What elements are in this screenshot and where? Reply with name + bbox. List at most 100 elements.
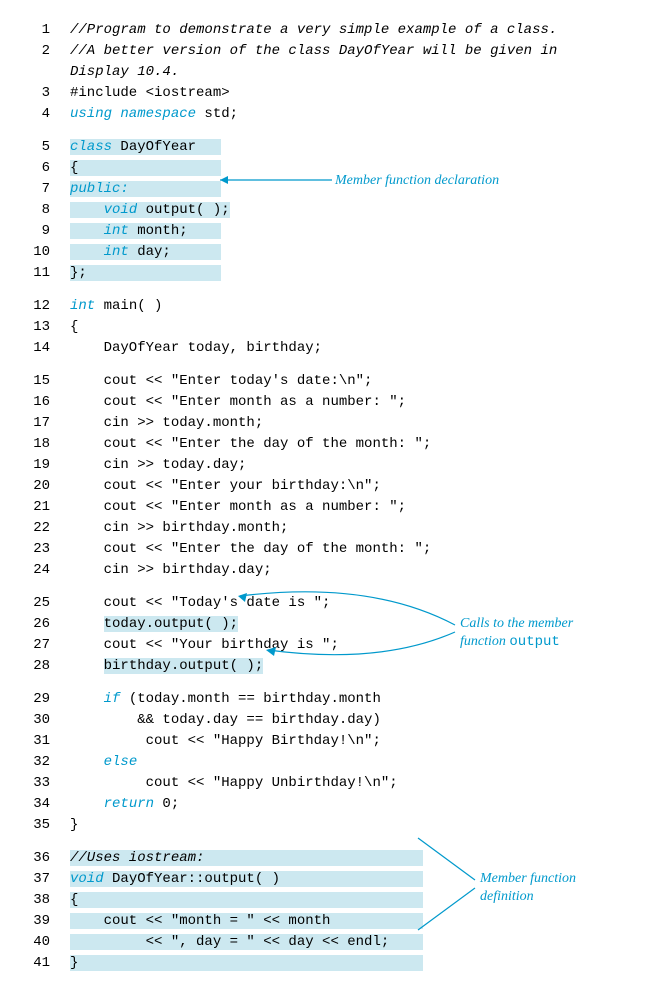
code-line: 18 cout << "Enter the day of the month: … — [10, 434, 640, 455]
line-number: 22 — [10, 518, 70, 539]
code-content: { — [70, 317, 640, 338]
code-content: }; — [70, 263, 640, 284]
code-content: cin >> today.day; — [70, 455, 640, 476]
line-number: 6 — [10, 158, 70, 179]
line-number: 36 — [10, 848, 70, 869]
line-number: 5 — [10, 137, 70, 158]
code-content: //Uses iostream: — [70, 848, 640, 869]
line-number: 38 — [10, 890, 70, 911]
line-number: 41 — [10, 953, 70, 974]
code-line: 16 cout << "Enter month as a number: "; — [10, 392, 640, 413]
code-line: 12int main( ) — [10, 296, 640, 317]
line-number: 12 — [10, 296, 70, 317]
code-line: 20 cout << "Enter your birthday:\n"; — [10, 476, 640, 497]
code-content: cin >> birthday.month; — [70, 518, 640, 539]
code-listing: 1//Program to demonstrate a very simple … — [10, 20, 640, 974]
code-content: cout << "Enter your birthday:\n"; — [70, 476, 640, 497]
code-line: 8 void output( ); — [10, 200, 640, 221]
line-number: 29 — [10, 689, 70, 710]
code-content: if (today.month == birthday.month — [70, 689, 640, 710]
code-line: 36//Uses iostream: — [10, 848, 640, 869]
code-content: cout << "Enter the day of the month: "; — [70, 539, 640, 560]
line-number: 28 — [10, 656, 70, 677]
code-line: 9 int month; — [10, 221, 640, 242]
code-content: cout << "Enter month as a number: "; — [70, 392, 640, 413]
code-line: 5class DayOfYear — [10, 137, 640, 158]
code-content: cout << "Happy Birthday!\n"; — [70, 731, 640, 752]
line-number: 11 — [10, 263, 70, 284]
line-number: 33 — [10, 773, 70, 794]
code-line: 1//Program to demonstrate a very simple … — [10, 20, 640, 41]
code-line: 19 cin >> today.day; — [10, 455, 640, 476]
code-content: //A better version of the class DayOfYea… — [70, 41, 640, 62]
code-line: 35} — [10, 815, 640, 836]
line-number: 30 — [10, 710, 70, 731]
code-line: 32 else — [10, 752, 640, 773]
line-number: 24 — [10, 560, 70, 581]
line-number: 35 — [10, 815, 70, 836]
code-line: 2//A better version of the class DayOfYe… — [10, 41, 640, 62]
annotation-member-decl: Member function declaration — [335, 170, 499, 191]
code-line: 31 cout << "Happy Birthday!\n"; — [10, 731, 640, 752]
code-line: 24 cin >> birthday.day; — [10, 560, 640, 581]
code-line: 30 && today.day == birthday.day) — [10, 710, 640, 731]
code-content: void output( ); — [70, 200, 640, 221]
code-line: 14 DayOfYear today, birthday; — [10, 338, 640, 359]
code-content: using namespace std; — [70, 104, 640, 125]
line-number: 39 — [10, 911, 70, 932]
line-number: 16 — [10, 392, 70, 413]
code-content: } — [70, 953, 640, 974]
code-line: 3#include <iostream> — [10, 83, 640, 104]
annotation-text: Member function — [480, 871, 576, 886]
code-line: 11}; — [10, 263, 640, 284]
code-line: 25 cout << "Today's date is "; — [10, 593, 640, 614]
line-number: 31 — [10, 731, 70, 752]
line-number: 26 — [10, 614, 70, 635]
code-content: int month; — [70, 221, 640, 242]
annotation-member-def: Member function definition — [480, 870, 576, 906]
line-number: 20 — [10, 476, 70, 497]
code-line: 7public: — [10, 179, 640, 200]
code-content: int day; — [70, 242, 640, 263]
annotation-calls-output: Calls to the member function output — [460, 615, 573, 651]
code-content: int main( ) — [70, 296, 640, 317]
line-number: 17 — [10, 413, 70, 434]
code-line: 41} — [10, 953, 640, 974]
line-number: 34 — [10, 794, 70, 815]
code-content: Display 10.4. — [70, 62, 640, 83]
code-line: 13{ — [10, 317, 640, 338]
line-number: 18 — [10, 434, 70, 455]
code-content: else — [70, 752, 640, 773]
line-number: 8 — [10, 200, 70, 221]
code-line: 17 cin >> today.month; — [10, 413, 640, 434]
annotation-text: Calls to the member — [460, 616, 573, 631]
code-line: 4using namespace std; — [10, 104, 640, 125]
code-content: //Program to demonstrate a very simple e… — [70, 20, 640, 41]
line-number: 9 — [10, 221, 70, 242]
code-line: 22 cin >> birthday.month; — [10, 518, 640, 539]
code-content: #include <iostream> — [70, 83, 640, 104]
line-number: 32 — [10, 752, 70, 773]
line-number: 23 — [10, 539, 70, 560]
code-content: cout << "Today's date is "; — [70, 593, 640, 614]
line-number: 37 — [10, 869, 70, 890]
code-content: cin >> birthday.day; — [70, 560, 640, 581]
code-content: && today.day == birthday.day) — [70, 710, 640, 731]
code-content: return 0; — [70, 794, 640, 815]
code-content: birthday.output( ); — [70, 656, 640, 677]
code-line: 23 cout << "Enter the day of the month: … — [10, 539, 640, 560]
line-number: 13 — [10, 317, 70, 338]
annotation-text: Member function declaration — [335, 173, 499, 188]
code-content: DayOfYear today, birthday; — [70, 338, 640, 359]
code-line: 29 if (today.month == birthday.month — [10, 689, 640, 710]
code-line: 34 return 0; — [10, 794, 640, 815]
code-content: cout << "month = " << month — [70, 911, 640, 932]
annotation-text: function — [460, 634, 509, 649]
code-line: 33 cout << "Happy Unbirthday!\n"; — [10, 773, 640, 794]
code-line: 21 cout << "Enter month as a number: "; — [10, 497, 640, 518]
line-number: 7 — [10, 179, 70, 200]
code-line: 40 << ", day = " << day << endl; — [10, 932, 640, 953]
line-number: 1 — [10, 20, 70, 41]
code-line: 28 birthday.output( ); — [10, 656, 640, 677]
line-number: 15 — [10, 371, 70, 392]
